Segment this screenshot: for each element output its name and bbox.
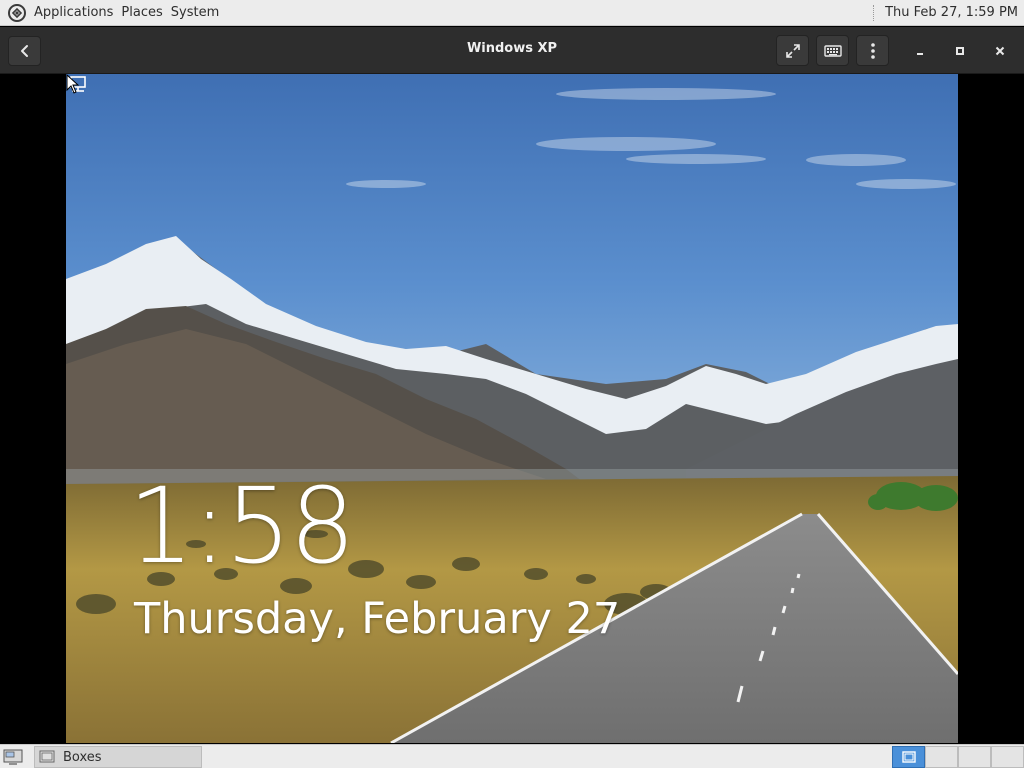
- keyboard-icon: [823, 44, 842, 57]
- mouse-cursor-icon: [66, 74, 80, 94]
- workspace-switcher: [892, 746, 1024, 768]
- app-menu-logo-icon[interactable]: [6, 2, 28, 24]
- workspace-4[interactable]: [991, 746, 1024, 768]
- panel-right: Thu Feb 27, 1:59 PM: [873, 0, 1024, 25]
- kebab-menu-icon: [870, 42, 875, 59]
- menu-applications[interactable]: Applications: [30, 0, 117, 25]
- maximize-icon: [956, 47, 964, 55]
- top-panel: Applications Places System Thu Feb 27, 1…: [0, 0, 1024, 26]
- maximize-button[interactable]: [948, 39, 972, 63]
- window-thumbnail-icon: [901, 751, 916, 763]
- top-menu-bar: Applications Places System: [30, 0, 223, 25]
- fullscreen-icon: [785, 43, 800, 58]
- menu-places[interactable]: Places: [117, 0, 166, 25]
- close-button[interactable]: [988, 39, 1012, 63]
- lock-screen-time: 1:58: [128, 465, 356, 587]
- show-desktop-icon: [3, 749, 23, 765]
- clock[interactable]: Thu Feb 27, 1:59 PM: [885, 5, 1018, 20]
- close-icon: [995, 46, 1005, 56]
- bottom-panel: Boxes: [0, 744, 1024, 768]
- header-bar: Windows XP: [0, 27, 1024, 74]
- minimize-button[interactable]: [908, 39, 932, 63]
- panel-separator: [873, 4, 877, 21]
- vm-display[interactable]: 1:58 Thursday, February 27: [66, 74, 958, 743]
- taskbar-item-label: Boxes: [63, 749, 102, 765]
- lock-screen-date: Thursday, February 27: [134, 594, 621, 644]
- menu-system[interactable]: System: [167, 0, 223, 25]
- workspace-3[interactable]: [958, 746, 991, 768]
- workspace-1[interactable]: [892, 746, 925, 768]
- minimize-icon: [917, 53, 923, 55]
- show-desktop-button[interactable]: [2, 748, 24, 766]
- fullscreen-button[interactable]: [776, 35, 809, 66]
- workspace-2[interactable]: [925, 746, 958, 768]
- menu-button[interactable]: [856, 35, 889, 66]
- keyboard-button[interactable]: [816, 35, 849, 66]
- boxes-app-icon: [39, 750, 55, 763]
- taskbar-item-boxes[interactable]: Boxes: [34, 746, 202, 768]
